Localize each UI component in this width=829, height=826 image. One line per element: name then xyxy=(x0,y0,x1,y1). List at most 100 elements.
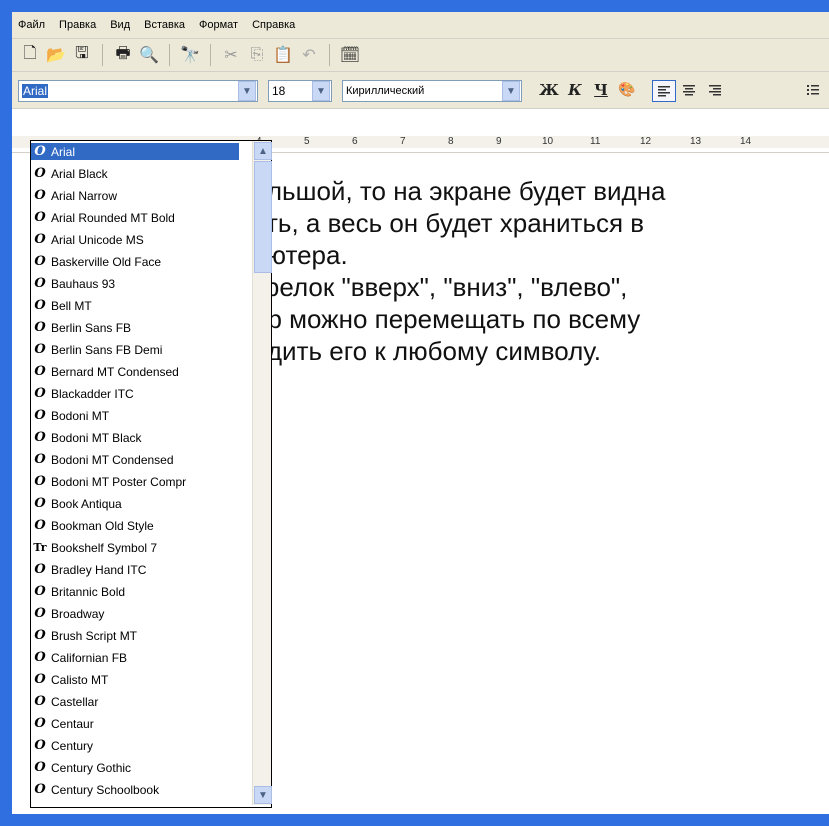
font-list-item[interactable]: O Berlin Sans FB Demi xyxy=(31,341,239,358)
ruler-tick: 14 xyxy=(740,136,752,147)
toolbar-separator xyxy=(210,44,211,66)
menu-format[interactable]: Формат xyxy=(199,19,238,31)
font-list-item-label: Book Antiqua xyxy=(51,496,122,511)
font-list-item[interactable]: O Bernard MT Condensed xyxy=(31,363,239,380)
font-name-value-wrap: Arial xyxy=(19,84,238,98)
font-list-item[interactable]: O Bradley Hand ITC xyxy=(31,561,239,578)
font-name-combo[interactable]: Arial ▼ xyxy=(18,80,258,102)
text-color-icon[interactable]: 🎨 xyxy=(616,80,638,100)
chevron-down-icon[interactable]: ▼ xyxy=(502,81,520,101)
underline-button[interactable]: Ч xyxy=(590,80,612,100)
font-list-item[interactable]: O Bodoni MT Black xyxy=(31,429,239,446)
italic-button[interactable]: К xyxy=(564,80,586,100)
opentype-font-icon: O xyxy=(34,276,46,291)
script-combo[interactable]: Кириллический ▼ xyxy=(342,80,522,102)
font-list-item-label: Britannic Bold xyxy=(51,584,126,599)
font-list-item[interactable]: O Century Gothic xyxy=(31,759,239,776)
font-list-item[interactable]: O Arial Unicode MS xyxy=(31,231,239,248)
paste-icon[interactable]: 📋 xyxy=(271,43,295,67)
chevron-down-icon[interactable]: ▼ xyxy=(238,81,256,101)
menu-file[interactable]: Файл xyxy=(18,19,45,31)
font-dropdown-list[interactable]: O Arial O Arial Black O Arial Narrow O Arial Ro… xyxy=(30,140,272,808)
font-list-item[interactable]: O Castellar xyxy=(31,693,239,710)
scroll-thumb[interactable] xyxy=(254,161,272,273)
format-toolbar: Arial ▼ 18 ▼ Кириллический ▼ Ж К Ч 🎨 xyxy=(12,72,829,109)
menu-edit[interactable]: Правка xyxy=(59,19,96,31)
opentype-font-icon: O xyxy=(34,628,46,643)
font-list-item[interactable]: O Blackadder ITC xyxy=(31,385,239,402)
font-list-item-label: Californian FB xyxy=(51,650,128,665)
font-list-item[interactable]: O Century xyxy=(31,737,239,754)
font-list-item[interactable]: O Calisto MT xyxy=(31,671,239,688)
font-list-item-label: Arial Rounded MT Bold xyxy=(51,210,175,225)
ruler-tick: 10 xyxy=(542,136,554,147)
save-icon[interactable]: 🖫 xyxy=(70,43,94,67)
opentype-font-icon: O xyxy=(34,782,46,797)
insert-datetime-icon[interactable]: 🗓 xyxy=(338,43,362,67)
scroll-up-icon[interactable]: ▲ xyxy=(254,142,272,160)
font-list-item[interactable]: O Arial xyxy=(31,143,239,160)
opentype-font-icon: O xyxy=(34,430,46,445)
menu-insert[interactable]: Вставка xyxy=(144,19,185,31)
script-value: Кириллический xyxy=(346,85,425,97)
bold-button[interactable]: Ж xyxy=(538,80,560,100)
menu-view[interactable]: Вид xyxy=(110,19,130,31)
opentype-font-icon: O xyxy=(34,188,46,203)
font-list-item[interactable]: O Brush Script MT xyxy=(31,627,239,644)
chevron-down-icon[interactable]: ▼ xyxy=(312,81,330,101)
font-list-item-label: Bodoni MT xyxy=(51,408,110,423)
font-list-item[interactable]: O Centaur xyxy=(31,715,239,732)
opentype-font-icon: O xyxy=(34,254,46,269)
font-size-combo[interactable]: 18 ▼ xyxy=(268,80,332,102)
font-list-item[interactable]: O Century Schoolbook xyxy=(31,781,239,798)
new-document-icon[interactable]: 🗋 xyxy=(18,43,42,67)
print-preview-icon[interactable]: 🔍 xyxy=(137,43,161,67)
scroll-down-icon[interactable]: ▼ xyxy=(254,786,272,804)
font-list-item[interactable]: O Bookman Old Style xyxy=(31,517,239,534)
menu-bar: Файл Правка Вид Вставка Формат Справка xyxy=(12,12,829,39)
font-list-item[interactable]: O Arial Black xyxy=(31,165,239,182)
font-list-item[interactable]: O Book Antiqua xyxy=(31,495,239,512)
font-list-item[interactable]: O Bodoni MT xyxy=(31,407,239,424)
font-list-item[interactable]: O Bell MT xyxy=(31,297,239,314)
opentype-font-icon: O xyxy=(34,298,46,313)
font-list-item[interactable]: O Californian FB xyxy=(31,649,239,666)
bullets-icon[interactable] xyxy=(802,80,824,100)
copy-icon[interactable]: ⎘ xyxy=(245,43,269,67)
font-list-item[interactable]: O Bodoni MT Condensed xyxy=(31,451,239,468)
ruler-tick: 13 xyxy=(690,136,702,147)
align-center-icon[interactable] xyxy=(678,80,700,100)
font-list-item[interactable]: O Berlin Sans FB xyxy=(31,319,239,336)
font-list-item[interactable]: O Baskerville Old Face xyxy=(31,253,239,270)
open-folder-icon[interactable]: 📂 xyxy=(44,43,68,67)
font-list-item[interactable]: O Bodoni MT Poster Compr xyxy=(31,473,239,490)
font-list-item[interactable]: O Britannic Bold xyxy=(31,583,239,600)
opentype-font-icon: O xyxy=(34,320,46,335)
font-list-item-label: Bell MT xyxy=(51,298,92,313)
find-icon[interactable]: 🔭 xyxy=(178,43,202,67)
align-left-icon[interactable] xyxy=(652,80,676,102)
font-list-item[interactable]: O Arial Rounded MT Bold xyxy=(31,209,239,226)
opentype-font-icon: O xyxy=(34,364,46,379)
cut-icon[interactable]: ✂ xyxy=(219,43,243,67)
font-list-item-label: Century Schoolbook xyxy=(51,782,160,797)
font-list-item-label: Bodoni MT Condensed xyxy=(51,452,174,467)
opentype-font-icon: O xyxy=(34,452,46,467)
opentype-font-icon: O xyxy=(34,738,46,753)
print-icon[interactable]: 🖶 xyxy=(111,43,135,67)
menu-help[interactable]: Справка xyxy=(252,19,295,31)
ruler-tick: 9 xyxy=(496,136,502,147)
font-list-item[interactable]: Tr Bookshelf Symbol 7 xyxy=(31,539,239,556)
font-list-item-label: Baskerville Old Face xyxy=(51,254,162,269)
font-list-item[interactable]: O Bauhaus 93 xyxy=(31,275,239,292)
font-list-item[interactable]: O Broadway xyxy=(31,605,239,622)
font-list-item-label: Calisto MT xyxy=(51,672,109,687)
font-list-item-label: Bernard MT Condensed xyxy=(51,364,179,379)
font-list-item-label: Bauhaus 93 xyxy=(51,276,116,291)
undo-icon[interactable]: ↶ xyxy=(297,43,321,67)
opentype-font-icon: O xyxy=(34,518,46,533)
dropdown-scrollbar[interactable]: ▲ ▼ xyxy=(252,141,272,805)
font-list-item[interactable]: O Arial Narrow xyxy=(31,187,239,204)
align-right-icon[interactable] xyxy=(704,80,726,100)
document-line: ор можно перемещать по всему xyxy=(253,304,641,334)
